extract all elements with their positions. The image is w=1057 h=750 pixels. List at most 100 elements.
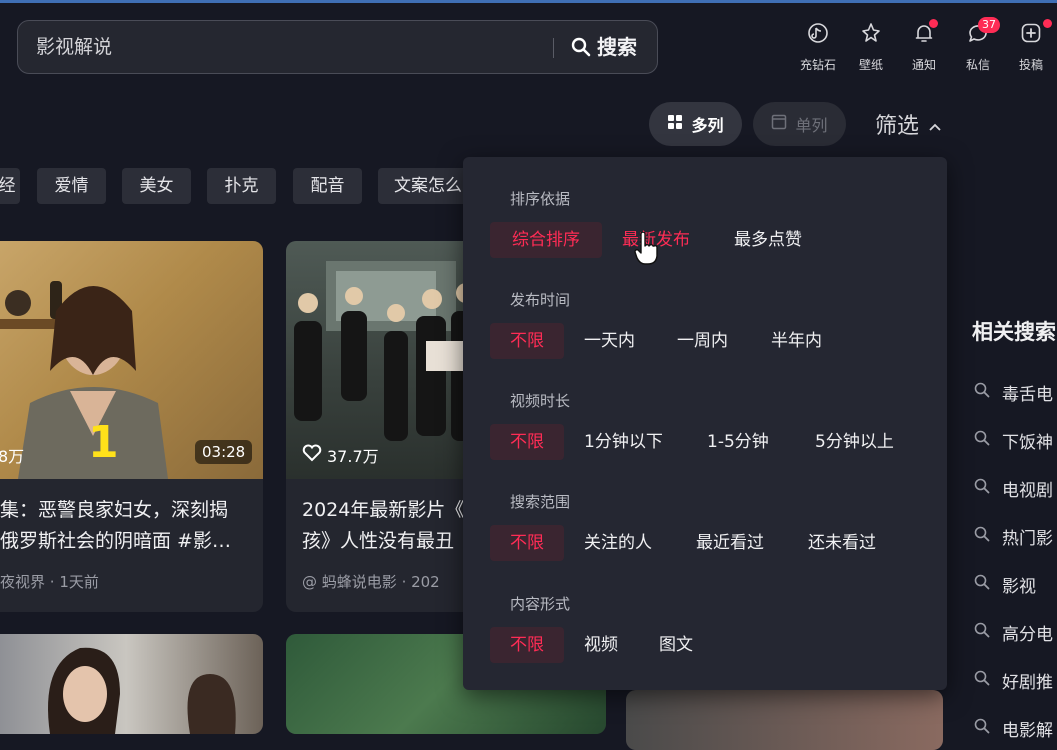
diamond-nav-label: 充钻石 (799, 58, 836, 72)
content-type-option-image-text[interactable]: 图文 (659, 627, 693, 663)
video-card[interactable]: 1 8万 03:28 集：恶警良家妇女，深刻揭 俄罗斯社会的阴暗面 #影… 夜视… (0, 241, 263, 612)
upload-nav-label: 投稿 (1018, 58, 1043, 72)
publish-time-option-week[interactable]: 一周内 (677, 323, 728, 359)
video-time: · 1天前 (49, 573, 99, 591)
search-icon (974, 574, 990, 595)
upload-dot (1043, 19, 1052, 28)
chevron-up-icon (929, 112, 941, 137)
notification-nav[interactable]: 通知 (901, 19, 947, 73)
scope-option-following[interactable]: 关注的人 (584, 525, 652, 561)
scope-section-title: 搜索范围 (510, 493, 571, 511)
message-nav-label: 私信 (965, 58, 990, 72)
multi-column-label: 多列 (691, 116, 724, 135)
related-search-item[interactable]: 热门影 (974, 524, 1053, 549)
scope-option-not-watched[interactable]: 还未看过 (808, 525, 876, 561)
duration-section-title: 视频时长 (510, 392, 571, 410)
related-search-item[interactable]: 好剧推 (974, 668, 1053, 693)
video-title-line1: 集：恶警良家妇女，深刻揭 (0, 499, 229, 521)
related-search-item[interactable]: 电影解 (974, 716, 1053, 741)
search-button[interactable]: 搜索 (571, 21, 637, 73)
search-input[interactable]: 影视解说 (36, 21, 536, 73)
overlay-number: 1 (88, 417, 119, 468)
publish-time-option-any[interactable]: 不限 (490, 323, 564, 359)
content-type-option-video[interactable]: 视频 (584, 627, 618, 663)
related-search-label: 毒舌电 (1002, 385, 1053, 405)
publish-time-section-title: 发布时间 (510, 291, 571, 309)
video-author[interactable]: 夜视界 (0, 573, 45, 591)
scope-option-recently-watched[interactable]: 最近看过 (696, 525, 764, 561)
video-time: · 202 (401, 573, 440, 591)
search-icon (974, 718, 990, 739)
tag-item[interactable]: 扑克 (207, 168, 276, 204)
publish-time-option-day[interactable]: 一天内 (584, 323, 635, 359)
sort-section-title: 排序依据 (510, 190, 571, 208)
filter-button[interactable]: 筛选 (875, 108, 941, 140)
tag-item[interactable]: 爱情 (37, 168, 106, 204)
search-icon (974, 478, 990, 499)
sort-option-comprehensive[interactable]: 综合排序 (490, 222, 602, 258)
hand-pointer-cursor-icon (634, 231, 658, 270)
tag-item[interactable]: 配音 (293, 168, 362, 204)
content-type-option-any[interactable]: 不限 (490, 627, 564, 663)
single-column-toggle[interactable]: 单列 (753, 102, 846, 146)
video-card[interactable] (0, 634, 263, 734)
video-thumbnail (0, 634, 263, 734)
video-title-line1: 2024年最新影片《 (302, 499, 465, 521)
tag-item[interactable]: 美女 (122, 168, 191, 204)
search-icon (974, 622, 990, 643)
video-thumbnail (626, 690, 943, 750)
related-search-item[interactable]: 电视剧 (974, 476, 1053, 501)
upload-icon (1020, 22, 1042, 48)
upload-nav[interactable]: 投稿 (1008, 19, 1054, 73)
duration-option-1-5min[interactable]: 1-5分钟 (707, 424, 769, 460)
filter-panel: 排序依据 综合排序 最新发布 最多点赞 发布时间 不限 一天内 一周内 半年内 … (463, 157, 947, 690)
single-column-icon (771, 114, 787, 134)
wallpaper-icon (860, 22, 882, 48)
notification-nav-label: 通知 (911, 58, 936, 72)
related-search-label: 电影解 (1002, 721, 1053, 741)
related-search-item[interactable]: 毒舌电 (974, 380, 1053, 405)
like-count: 37.7万 (327, 447, 379, 466)
scope-option-any[interactable]: 不限 (490, 525, 564, 561)
window-top-strip (0, 0, 1057, 3)
video-title-line2: 孩》人性没有最丑 (302, 530, 455, 552)
related-search-item[interactable]: 影视 (974, 572, 1036, 597)
message-nav[interactable]: 37 私信 (955, 17, 1001, 73)
related-search-item[interactable]: 高分电 (974, 620, 1053, 645)
search-bar: 影视解说 搜索 (17, 20, 658, 74)
search-button-label: 搜索 (597, 35, 637, 59)
related-search-label: 下饭神 (1002, 433, 1053, 453)
grid-icon (667, 114, 683, 134)
multi-column-toggle[interactable]: 多列 (649, 102, 742, 146)
filter-label: 筛选 (875, 114, 920, 139)
single-column-label: 单列 (795, 116, 828, 135)
duration-option-any[interactable]: 不限 (490, 424, 564, 460)
duration-badge: 03:28 (195, 440, 253, 464)
duration-option-under-1min[interactable]: 1分钟以下 (584, 424, 663, 460)
duration-option-over-5min[interactable]: 5分钟以上 (815, 424, 894, 460)
search-icon (974, 670, 990, 691)
message-badge: 37 (978, 17, 1000, 33)
heart-icon (302, 444, 322, 466)
notification-dot (929, 19, 938, 28)
video-card[interactable] (626, 690, 943, 750)
diamond-icon (807, 22, 829, 48)
content-type-section-title: 内容形式 (510, 595, 571, 613)
search-icon (974, 526, 990, 547)
related-search-label: 好剧推 (1002, 673, 1053, 693)
sort-option-most-liked[interactable]: 最多点赞 (734, 222, 802, 258)
tag-partial[interactable]: 经 (0, 168, 20, 204)
publish-time-option-half-year[interactable]: 半年内 (771, 323, 822, 359)
related-search-label: 影视 (1002, 577, 1036, 597)
related-search-item[interactable]: 下饭神 (974, 428, 1053, 453)
like-count: 8万 (0, 447, 25, 466)
video-card[interactable]: 37.7万 2024年最新影片《 孩》人性没有最丑 @ 蚂蜂说电影 · 202 (286, 241, 486, 612)
related-search-label: 电视剧 (1002, 481, 1053, 501)
diamond-nav[interactable]: 充钻石 (795, 22, 841, 73)
video-title-line2: 俄罗斯社会的阴暗面 #影… (0, 530, 231, 552)
search-divider (553, 38, 554, 58)
like-indicator: 37.7万 (302, 443, 379, 467)
wallpaper-nav-label: 壁纸 (858, 58, 883, 72)
video-author[interactable]: @ 蚂蜂说电影 (302, 573, 397, 591)
wallpaper-nav[interactable]: 壁纸 (848, 22, 894, 73)
